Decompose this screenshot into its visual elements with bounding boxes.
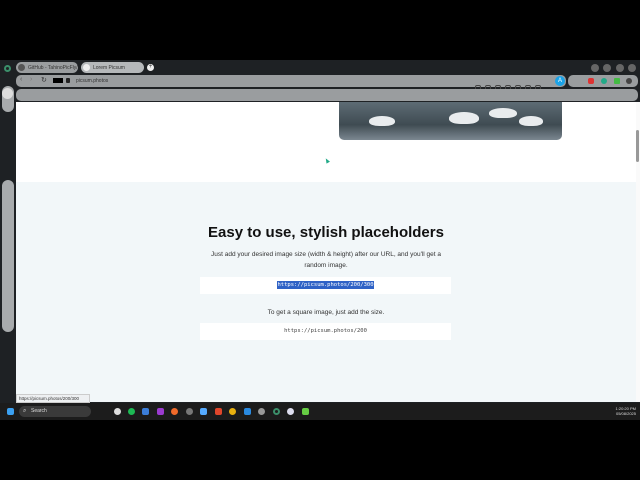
bookmarks-bar <box>16 89 638 101</box>
app-icon[interactable] <box>157 408 164 415</box>
ai-icon[interactable] <box>2 184 13 195</box>
cursor-icon <box>324 157 330 164</box>
taskbar-search[interactable]: ⌕ Search <box>19 406 91 417</box>
sidebar-apps-panel <box>2 180 14 332</box>
tab-label: GitHub - TahinoPicFly/... <box>28 64 78 71</box>
example-url[interactable]: https://picsum.photos/200/300 <box>277 281 374 289</box>
window-controls <box>591 64 636 73</box>
square-url-box: https://picsum.photos/200 <box>200 323 451 340</box>
intro-text: Just add your desired image size (width … <box>211 251 441 269</box>
close-button[interactable] <box>627 64 636 72</box>
swan <box>449 112 479 124</box>
tab-lorem-picsum[interactable]: Lorem Picsum <box>81 62 144 73</box>
clock-date: 05/08/2025 <box>615 411 636 416</box>
tab-github[interactable]: GitHub - TahinoPicFly/... <box>16 62 78 73</box>
sync-extension-icon[interactable] <box>601 78 607 84</box>
search-icon: ⌕ <box>23 408 27 414</box>
notes-icon[interactable] <box>2 197 13 208</box>
hero-swans-image <box>339 102 562 140</box>
app-icon[interactable] <box>2 223 13 234</box>
square-text: To get a square image, just add the size… <box>267 309 385 316</box>
brave-icon[interactable] <box>215 408 222 415</box>
app-icon[interactable] <box>287 408 294 415</box>
new-tab-button[interactable]: + <box>147 64 154 71</box>
box-icon[interactable] <box>2 301 13 312</box>
swan <box>519 116 543 126</box>
forward-icon[interactable]: › <box>30 76 32 83</box>
reload-icon[interactable]: ↻ <box>41 76 47 84</box>
browser-logo-icon <box>4 65 11 72</box>
sidebar-top-panel <box>2 86 14 112</box>
scrollbar-thumb[interactable] <box>636 130 639 162</box>
maximize-button[interactable] <box>615 64 624 72</box>
system-clock[interactable]: 1:20:20 PM 05/08/2025 <box>600 406 636 416</box>
analytics-icon[interactable] <box>2 210 13 221</box>
settings-extension-icon[interactable] <box>626 78 632 84</box>
sidebar-apps <box>2 180 14 325</box>
battery-extension-icon[interactable] <box>614 78 620 84</box>
back-icon[interactable]: ‹ <box>20 76 22 83</box>
whatsapp-icon[interactable] <box>2 249 13 260</box>
record-extension-icon[interactable] <box>588 78 594 84</box>
status-url: https://picsum.photos/200/300 <box>16 394 90 403</box>
extensions-bar <box>568 75 638 87</box>
taskbar <box>0 403 640 420</box>
messenger-icon[interactable] <box>2 236 13 247</box>
square-url[interactable]: https://picsum.photos/200 <box>284 328 367 334</box>
star-icon[interactable] <box>2 88 13 99</box>
lock-icon[interactable] <box>66 78 70 83</box>
section-heading: Easy to use, stylish placeholders <box>208 224 444 241</box>
swan <box>369 116 395 126</box>
app-icon[interactable] <box>302 408 309 415</box>
windows-start-icon[interactable] <box>7 408 14 415</box>
tiktok-icon[interactable] <box>2 288 13 299</box>
search-label: Search <box>31 408 47 414</box>
address-bar[interactable]: ‹ › ↻ picsum.photos A <box>16 75 566 91</box>
web-page: Easy to use, stylish placeholders Just a… <box>16 102 636 402</box>
page-icon <box>83 64 90 71</box>
minimize-button[interactable] <box>603 64 612 72</box>
swan <box>489 108 517 118</box>
example-url-box: https://picsum.photos/200/300 <box>200 277 451 294</box>
tab-label: Lorem Picsum <box>93 64 125 71</box>
app-icon[interactable] <box>114 408 121 415</box>
app-icon[interactable] <box>142 408 149 415</box>
spotify-icon[interactable] <box>128 408 135 415</box>
chrome-icon[interactable] <box>229 408 236 415</box>
github-desktop-icon[interactable] <box>258 408 265 415</box>
github-icon <box>18 64 25 71</box>
profile-avatar[interactable]: A <box>555 76 565 86</box>
instagram-icon[interactable] <box>2 275 13 286</box>
url-text[interactable]: picsum.photos <box>76 78 108 84</box>
app-icon[interactable] <box>200 408 207 415</box>
telegram-icon[interactable] <box>2 262 13 273</box>
redacted-badge <box>53 78 63 83</box>
browser-icon[interactable] <box>273 408 280 415</box>
search-tabs-icon[interactable] <box>591 64 599 72</box>
more-icon[interactable] <box>2 314 13 325</box>
settings-icon[interactable] <box>186 408 193 415</box>
firefox-icon[interactable] <box>171 408 178 415</box>
vscode-icon[interactable] <box>244 408 251 415</box>
placeholders-section: Easy to use, stylish placeholders Just a… <box>16 182 636 402</box>
